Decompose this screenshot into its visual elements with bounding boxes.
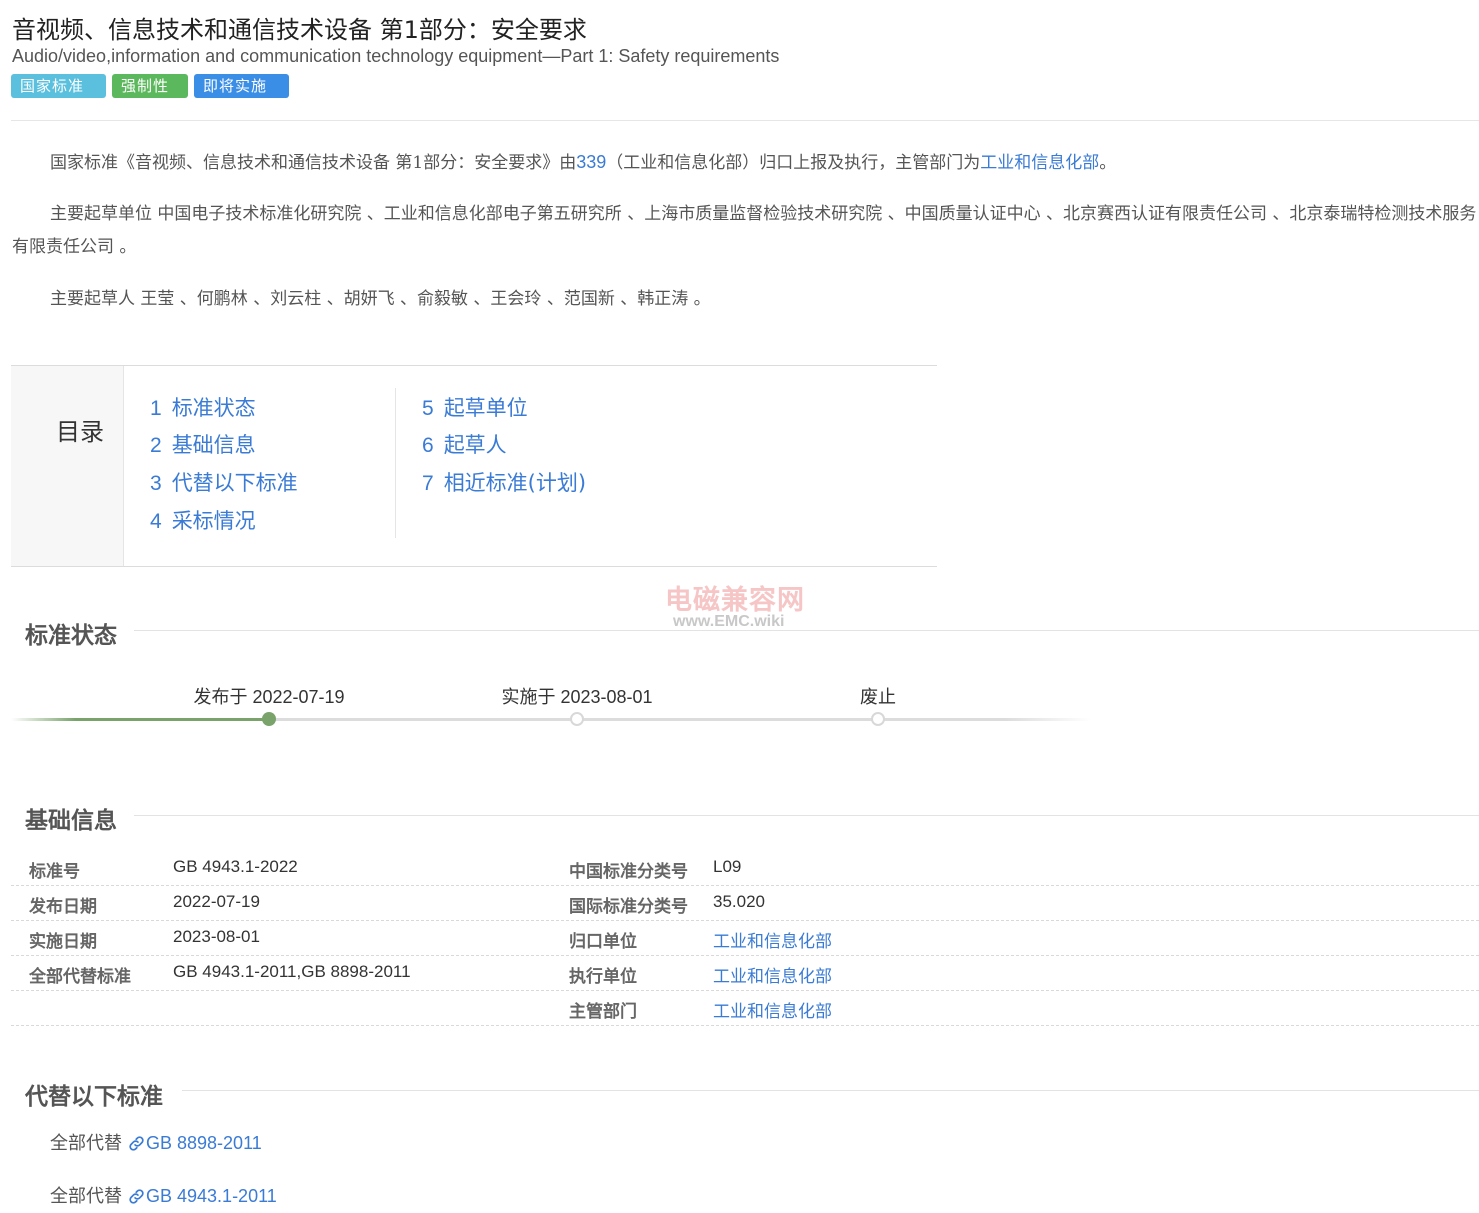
link-competent-dept[interactable]: 工业和信息化部 <box>713 997 832 1022</box>
intro-paragraph-1: 国家标准《音视频、信息技术和通信技术设备 第1部分：安全要求》由339（工业和信… <box>12 146 1478 180</box>
info-row: 主管部门 工业和信息化部 <box>11 990 1479 1026</box>
link-technical-committee[interactable]: 工业和信息化部 <box>713 927 832 952</box>
info-row: 实施日期 2023-08-01 归口单位 工业和信息化部 <box>11 920 1479 956</box>
intro-text: 国家标准《音视频、信息技术和通信技术设备 第1部分：安全要求》由 <box>50 153 577 173</box>
watermark-logo-text: 电磁兼容网 <box>665 585 805 616</box>
timeline-progress <box>11 718 269 721</box>
tag-national-standard: 国家标准 <box>11 74 106 98</box>
timeline-dot-implemented <box>570 712 584 726</box>
toc-title: 目录 <box>56 418 104 446</box>
replaced-item: 全部代替 GB 8898-2011 <box>50 1129 262 1155</box>
timeline-dot-published <box>262 712 276 726</box>
toc-item-drafting-units[interactable]: 5 起草单位 <box>422 392 528 422</box>
toc-item-replaced-standards[interactable]: 3 代替以下标准 <box>150 467 298 497</box>
label-technical-committee: 归口单位 <box>569 932 637 952</box>
timeline-step-abolished: 废止 <box>860 687 896 707</box>
label-implement-date: 实施日期 <box>29 932 97 952</box>
label-publish-date: 发布日期 <box>29 897 97 917</box>
section-divider <box>182 1090 1479 1091</box>
replaced-prefix: 全部代替 <box>50 1133 122 1154</box>
toc-item-number: 7 <box>422 472 434 495</box>
link-icon <box>129 1136 144 1151</box>
toc-item-label: 起草单位 <box>443 396 528 420</box>
link-icon <box>129 1189 144 1204</box>
toc-item-label: 基础信息 <box>171 433 256 457</box>
replaced-standard-link[interactable]: GB 8898-2011 <box>146 1133 262 1153</box>
toc-box: 目录 1 标准状态 2 基础信息 3 代替以下标准 4 采标情况 5 起草单位 6 起草人 … <box>11 365 937 567</box>
value-ics-code: 35.020 <box>713 892 765 911</box>
section-title-replaced-standards: 代替以下标准 <box>25 1084 163 1110</box>
label-executing-unit: 执行单位 <box>569 967 637 987</box>
toc-item-status[interactable]: 1 标准状态 <box>150 392 256 422</box>
toc-item-number: 5 <box>422 397 434 420</box>
page-title: 音视频、信息技术和通信技术设备 第1部分：安全要求 <box>12 16 587 44</box>
toc-item-drafters[interactable]: 6 起草人 <box>422 429 507 459</box>
value-implement-date: 2023-08-01 <box>173 927 260 946</box>
value-publish-date: 2022-07-19 <box>173 892 260 911</box>
intro-paragraph-3: 主要起草人 王莹 、何鹏林 、刘云柱 、胡妍飞 、俞毅敏 、王会玲 、范国新 、… <box>50 289 711 309</box>
page-subtitle-en: Audio/video,information and communicatio… <box>12 46 780 66</box>
label-competent-dept: 主管部门 <box>569 1002 637 1022</box>
toc-divider <box>395 388 396 538</box>
value-replaced-standards: GB 4943.1-2011,GB 8898-2011 <box>173 962 411 981</box>
toc-item-number: 6 <box>422 434 434 457</box>
header-divider <box>11 120 1479 121</box>
label-standard-number: 标准号 <box>29 862 80 882</box>
info-row: 标准号 GB 4943.1-2022 中国标准分类号 L09 <box>11 850 1479 886</box>
intro-text: （工业和信息化部）归口上报及执行，主管部门为 <box>606 153 981 173</box>
intro-text: 。 <box>1099 153 1117 173</box>
toc-item-number: 2 <box>150 434 162 457</box>
tag-mandatory: 强制性 <box>112 74 188 98</box>
replaced-standard-link[interactable]: GB 4943.1-2011 <box>146 1186 277 1206</box>
toc-item-number: 1 <box>150 397 162 420</box>
replaced-prefix: 全部代替 <box>50 1186 122 1207</box>
label-replaced-standards: 全部代替标准 <box>29 967 131 987</box>
toc-sidebar: 目录 <box>11 366 124 566</box>
timeline-step-implemented: 实施于 2023-08-01 <box>501 687 653 707</box>
timeline-step-published: 发布于 2022-07-19 <box>193 687 345 707</box>
toc-item-label: 相近标准(计划) <box>443 471 587 495</box>
toc-item-similar-standards[interactable]: 7 相近标准(计划) <box>422 467 586 497</box>
intro-paragraph-2: 主要起草单位 中国电子技术标准化研究院 、工业和信息化部电子第五研究所 、上海市… <box>12 204 1477 257</box>
toc-item-adoption[interactable]: 4 采标情况 <box>150 505 256 535</box>
value-standard-number: GB 4943.1-2022 <box>173 857 298 876</box>
toc-item-number: 3 <box>150 472 162 495</box>
toc-item-label: 起草人 <box>443 433 507 457</box>
committee-code-link[interactable]: 339 <box>576 152 606 172</box>
link-executing-unit[interactable]: 工业和信息化部 <box>713 962 832 987</box>
replaced-item: 全部代替 GB 4943.1-2011 <box>50 1182 277 1208</box>
toc-item-basic-info[interactable]: 2 基础信息 <box>150 429 256 459</box>
section-title-basic-info: 基础信息 <box>25 808 117 834</box>
toc-item-label: 标准状态 <box>171 396 256 420</box>
timeline-dot-abolished <box>871 712 885 726</box>
section-divider <box>134 815 1479 816</box>
toc-item-label: 采标情况 <box>171 509 256 533</box>
info-row: 发布日期 2022-07-19 国际标准分类号 35.020 <box>11 885 1479 921</box>
watermark-url: www.EMC.wiki <box>673 613 785 630</box>
label-ics-code: 国际标准分类号 <box>569 897 688 917</box>
toc-item-label: 代替以下标准 <box>171 471 298 495</box>
section-divider <box>134 630 1479 631</box>
section-title-status: 标准状态 <box>25 623 117 649</box>
label-ccs-code: 中国标准分类号 <box>569 862 688 882</box>
competent-dept-link[interactable]: 工业和信息化部 <box>980 153 1099 173</box>
tag-upcoming: 即将实施 <box>194 74 289 98</box>
toc-item-number: 4 <box>150 510 162 533</box>
info-row: 全部代替标准 GB 4943.1-2011,GB 8898-2011 执行单位 … <box>11 955 1479 991</box>
value-ccs-code: L09 <box>713 857 742 876</box>
